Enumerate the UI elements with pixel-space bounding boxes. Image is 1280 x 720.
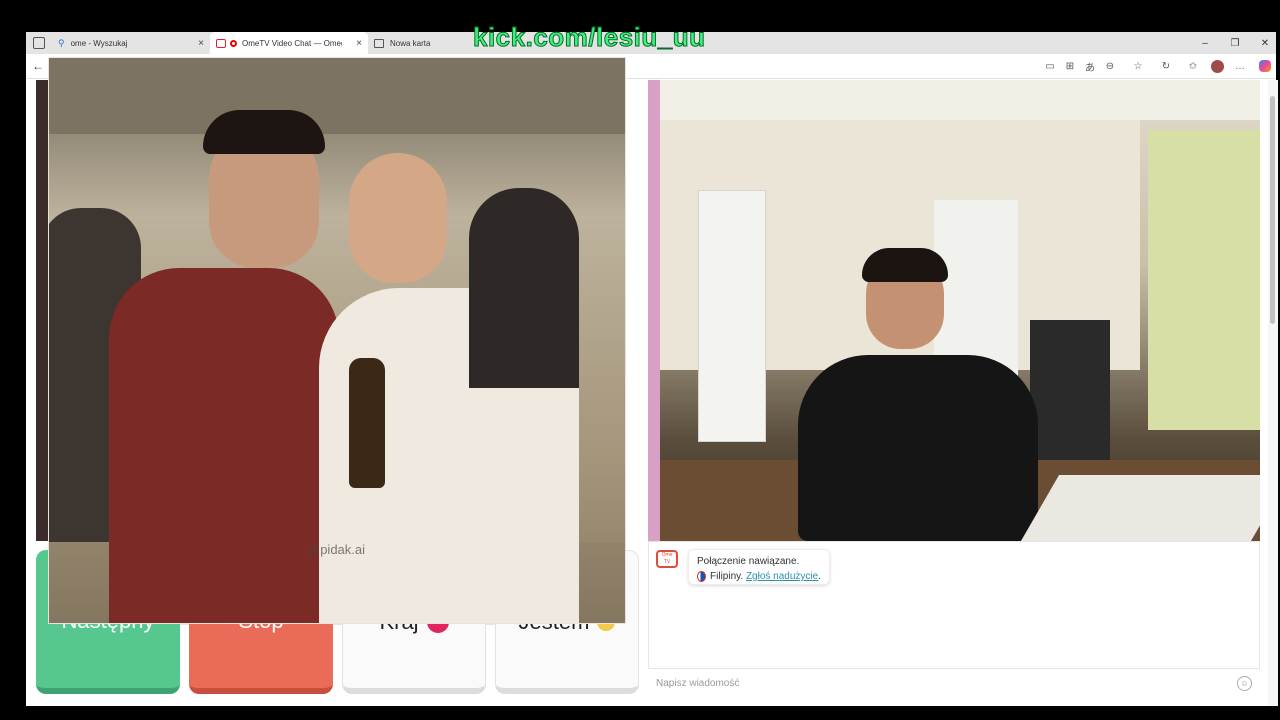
photo-red-shirt-person-lower bbox=[109, 542, 339, 623]
doorway bbox=[1148, 130, 1260, 430]
back-icon[interactable]: ← bbox=[32, 59, 44, 73]
photo-person-right bbox=[469, 188, 579, 388]
tab-search[interactable]: ⚲ ome - Wyszukaj × bbox=[52, 32, 210, 54]
page-icon bbox=[216, 38, 226, 48]
maximize-button[interactable]: ❐ bbox=[1220, 32, 1250, 54]
left-edge-light bbox=[648, 80, 660, 541]
menu-icon[interactable]: … bbox=[1233, 59, 1247, 73]
profile-icon[interactable] bbox=[1211, 60, 1224, 73]
partner-video bbox=[648, 80, 1260, 541]
message-input[interactable]: Napisz wiadomość bbox=[656, 678, 1226, 689]
chat-message: Połączenie nawiązane. Filipiny. Zgłoś na… bbox=[688, 549, 830, 585]
close-icon[interactable]: × bbox=[356, 38, 362, 49]
emoji-picker-icon[interactable]: ☺ bbox=[1237, 676, 1252, 691]
person-hair bbox=[862, 248, 948, 282]
cabinet bbox=[1030, 320, 1110, 470]
translate-icon[interactable]: あ bbox=[1083, 59, 1097, 74]
tab-ometv[interactable]: OmeTV Video Chat — Omeg × bbox=[210, 32, 368, 54]
desk bbox=[1020, 475, 1260, 541]
record-icon bbox=[230, 39, 237, 47]
photo-hair-left bbox=[203, 110, 325, 154]
report-abuse-link[interactable]: Zgłoś nadużycie bbox=[746, 569, 818, 584]
own-video-edge bbox=[36, 80, 48, 541]
ometv-logo: Ome TV bbox=[656, 550, 678, 568]
photo-face-right bbox=[349, 153, 447, 283]
camera-icon[interactable]: ▭ bbox=[1043, 59, 1057, 73]
refresh-icon[interactable]: ↻ bbox=[1159, 59, 1173, 73]
shelf bbox=[698, 190, 766, 442]
browser-window: ⚲ ome - Wyszukaj × OmeTV Video Chat — Om… bbox=[26, 32, 1276, 706]
minimize-button[interactable]: – bbox=[1190, 32, 1220, 54]
photo-bottle bbox=[349, 358, 385, 488]
country-line: Filipiny. Zgłoś nadużycie. bbox=[697, 569, 821, 584]
tab-actions-icon[interactable] bbox=[33, 37, 45, 49]
extensions-icon[interactable]: ⊖ bbox=[1103, 59, 1117, 73]
photo-watermark-2: @pidak.ai bbox=[307, 542, 366, 557]
collections-icon[interactable]: ✩ bbox=[1186, 59, 1200, 73]
philippines-flag-icon bbox=[697, 571, 707, 582]
connection-status: Połączenie nawiązane. bbox=[697, 556, 800, 567]
close-icon[interactable]: × bbox=[198, 38, 204, 49]
read-aloud-icon[interactable]: ⊞ bbox=[1063, 59, 1077, 73]
photo-ceiling bbox=[49, 58, 625, 134]
page-icon bbox=[374, 38, 384, 48]
favorite-icon[interactable]: ☆ bbox=[1131, 59, 1145, 73]
overlay-photo: @pidak.ai bbox=[48, 57, 626, 625]
person-body bbox=[798, 355, 1038, 541]
ceiling bbox=[660, 80, 1260, 120]
overlay-photo-bottom: @pidak.ai bbox=[48, 542, 626, 624]
close-window-button[interactable]: ✕ bbox=[1250, 32, 1276, 54]
stream-watermark: kick.com/lesiu_uu bbox=[472, 22, 706, 53]
search-icon: ⚲ bbox=[58, 37, 65, 48]
scrollbar-thumb[interactable] bbox=[1270, 96, 1275, 324]
copilot-icon[interactable] bbox=[1259, 60, 1271, 72]
